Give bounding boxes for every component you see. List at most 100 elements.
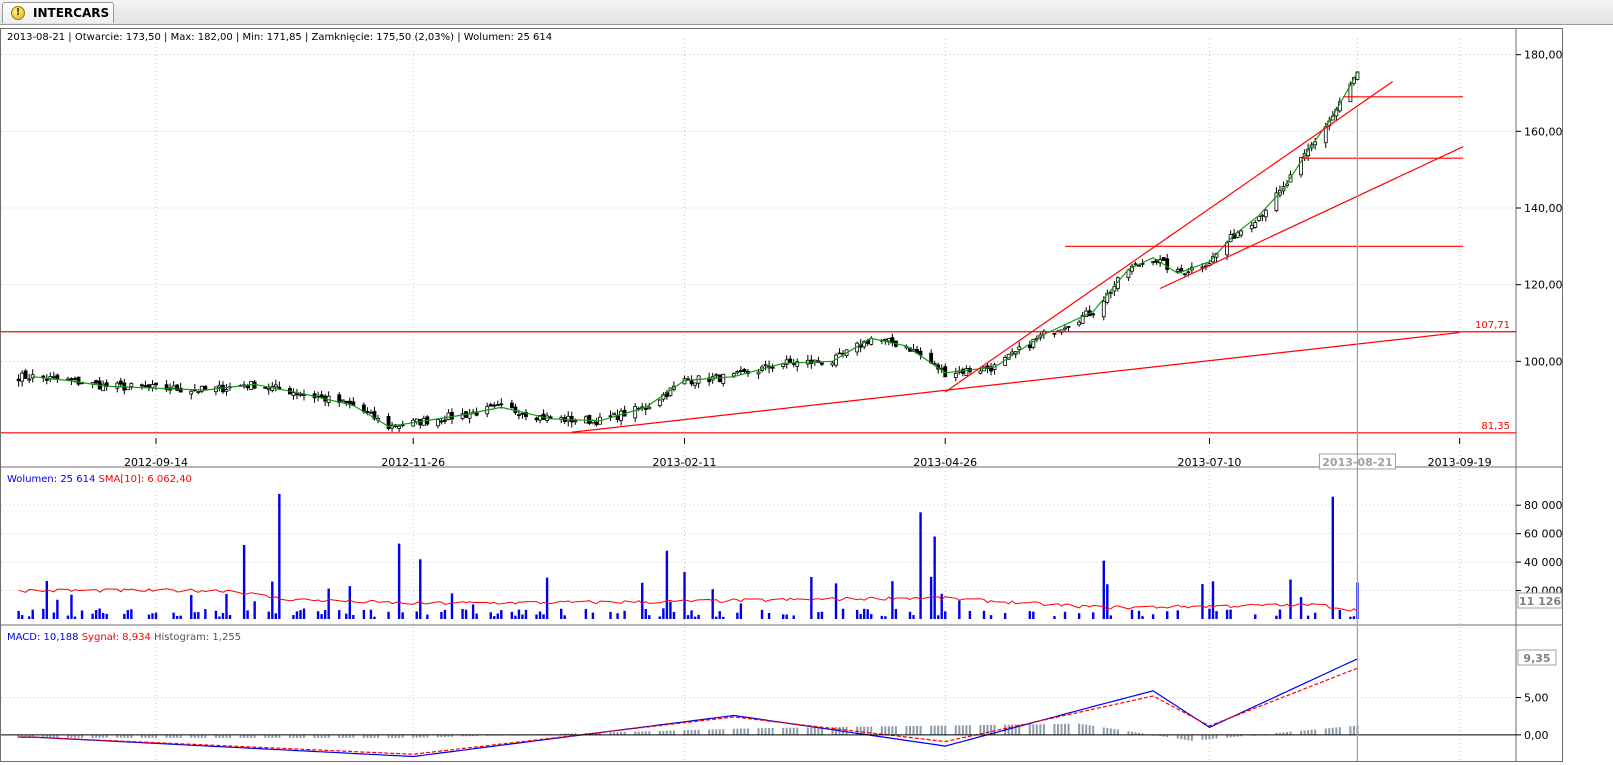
volume-bar	[56, 599, 59, 619]
histogram-bar	[933, 725, 936, 735]
trendline[interactable]	[571, 331, 1460, 433]
volume-bar	[641, 582, 644, 619]
candle-body	[439, 420, 444, 423]
volume-bar	[1289, 579, 1292, 619]
candle-body	[298, 393, 303, 396]
stock-chart[interactable]: 2012-09-14 2012-11-26 2013-02-11 2013-04-26…	[1, 29, 1562, 761]
candle-body	[154, 382, 158, 386]
candle-body	[446, 412, 451, 421]
candle-body	[55, 374, 60, 380]
volume-bar	[352, 614, 355, 619]
volume-bar	[894, 608, 898, 619]
histogram-bar	[1035, 724, 1038, 735]
volume-bar	[884, 616, 887, 619]
volume-bar	[345, 613, 348, 619]
candle-body	[731, 373, 736, 377]
trendline[interactable]	[944, 81, 1394, 393]
volume-bar	[834, 583, 838, 619]
volume-bar	[644, 608, 647, 619]
histogram-bar	[1081, 724, 1084, 735]
histogram-bar	[919, 725, 922, 735]
volume-bar	[1063, 611, 1067, 619]
volume-bar	[1313, 612, 1317, 619]
volume-bar	[27, 616, 31, 619]
histogram-bar	[761, 728, 764, 735]
candle-body	[1027, 344, 1032, 349]
volume-bar	[665, 550, 669, 619]
histogram-bar	[715, 729, 718, 735]
x-tick-label: 2013-07-10	[1178, 456, 1242, 469]
volume-y-tick-label: 80 000	[1524, 499, 1562, 512]
volume-bar	[214, 610, 218, 619]
volume-bar	[1211, 581, 1215, 619]
histogram-bar	[665, 730, 668, 735]
histogram-bar	[1324, 728, 1327, 735]
volume-bar	[489, 612, 492, 619]
candle-body	[1151, 261, 1156, 263]
volume-bar	[912, 615, 915, 619]
volume-bar	[274, 613, 278, 619]
volume-bar	[267, 611, 270, 619]
volume-bar	[609, 611, 612, 619]
candle-body	[643, 408, 648, 410]
volume-bar	[175, 615, 179, 619]
volume-bar	[1151, 614, 1155, 619]
candle-body	[450, 412, 454, 420]
price-y-tick-label: 140,00	[1524, 202, 1562, 215]
histogram-bar	[1085, 724, 1088, 735]
tab-label: INTERCARS	[33, 6, 110, 20]
volume-bar	[792, 615, 795, 619]
histogram-bar	[1331, 727, 1334, 735]
volume-bar	[781, 614, 785, 619]
chart-frame[interactable]: 2012-09-14 2012-11-26 2013-02-11 2013-04-26…	[0, 28, 1563, 762]
volume-bar	[151, 613, 154, 619]
volume-bar	[510, 611, 514, 619]
volume-bar	[475, 613, 478, 619]
volume-bar	[450, 593, 454, 619]
volume-bar	[31, 609, 34, 619]
candle-body	[738, 370, 743, 372]
candle-body	[397, 425, 402, 429]
histogram-bar	[958, 725, 961, 735]
price-y-tick-label: 120,00	[1524, 279, 1562, 292]
histogram-bar	[1092, 725, 1095, 735]
candle-body	[224, 389, 229, 392]
volume-bar	[563, 615, 566, 619]
moving-average-line	[32, 71, 1359, 428]
candle-body	[27, 378, 32, 381]
volume-bar	[1225, 609, 1229, 619]
volume-bar	[443, 609, 447, 619]
volume-bar	[1278, 609, 1282, 619]
histogram-bar	[1088, 725, 1091, 735]
histogram-bar	[986, 724, 989, 735]
candle-body	[1133, 263, 1138, 266]
candle-body	[1175, 269, 1180, 272]
histogram-bar	[1204, 734, 1207, 740]
volume-bar	[1254, 614, 1257, 619]
volume-bar	[190, 594, 193, 619]
volume-bar	[870, 614, 873, 619]
volume-bar	[760, 609, 764, 619]
volume-bar	[126, 610, 130, 619]
volume-bar	[278, 493, 281, 619]
candle-body	[443, 419, 447, 422]
trendline[interactable]	[1159, 146, 1464, 290]
macd-last-value: 9,35	[1523, 652, 1550, 665]
volume-bar	[958, 600, 961, 619]
candle-body	[647, 406, 652, 410]
volume-bar	[862, 608, 866, 619]
histogram-bar	[708, 729, 711, 735]
volume-bar	[1109, 615, 1113, 619]
volume-bar	[471, 604, 475, 619]
candle-body	[115, 382, 120, 389]
macd-label: MACD: 10,188	[7, 632, 79, 643]
volume-label: Wolumen: 25 614	[7, 474, 96, 485]
info-date: 2013-08-21	[7, 32, 66, 43]
macd-y-tick-label: 0,00	[1524, 729, 1549, 742]
volume-bar	[968, 610, 972, 619]
volume-bar	[1208, 608, 1211, 619]
volume-bar	[686, 615, 690, 619]
tab-intercars[interactable]: ! INTERCARS	[2, 2, 114, 23]
candle-body	[735, 371, 740, 374]
candle-body	[520, 412, 525, 415]
